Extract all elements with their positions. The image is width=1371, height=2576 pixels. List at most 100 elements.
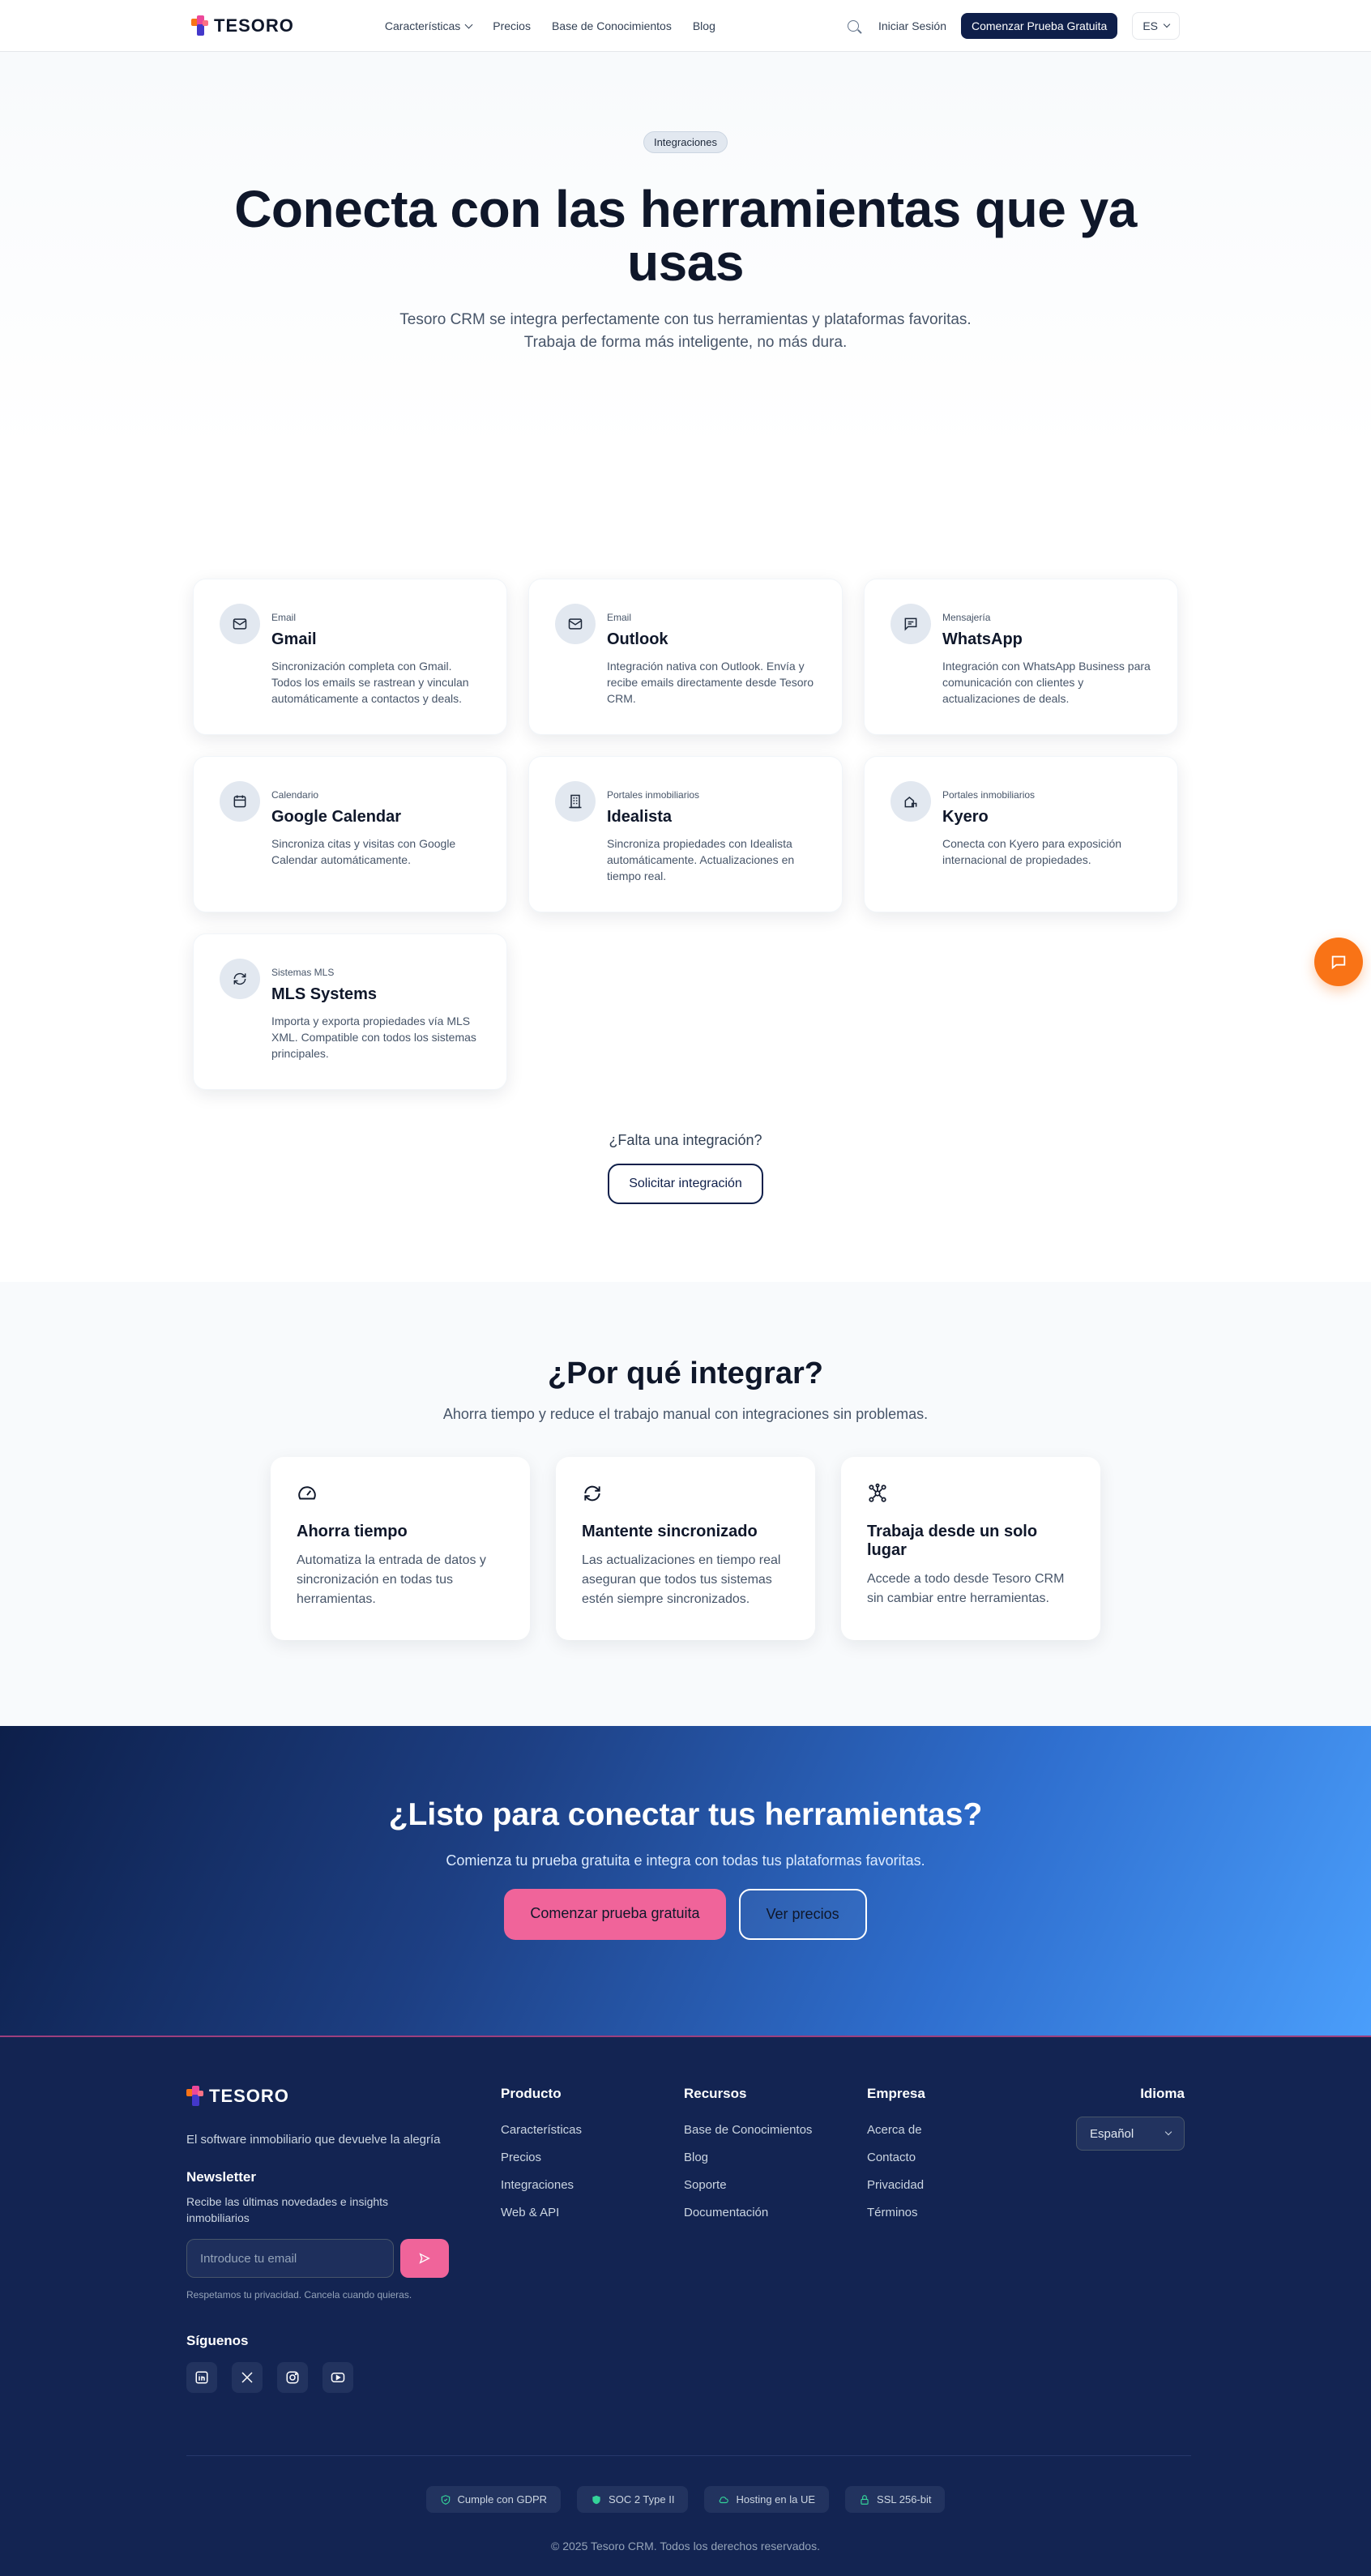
chat-button[interactable] xyxy=(1314,938,1363,986)
network-icon xyxy=(867,1483,1074,1508)
x-twitter-icon[interactable] xyxy=(232,2362,263,2393)
language-select[interactable]: Español xyxy=(1076,2117,1185,2151)
sync-icon xyxy=(220,959,260,999)
calendar-icon xyxy=(220,781,260,822)
logo-mark-icon xyxy=(191,15,209,36)
integration-card[interactable]: Portales inmobiliarios Kyero Conecta con K… xyxy=(864,756,1178,912)
chevron-down-icon xyxy=(1164,2128,1172,2136)
footer-col-title: Producto xyxy=(501,2086,562,2101)
hero-subtitle: Tesoro CRM se integra perfectamente con … xyxy=(399,311,972,351)
section-badge: Integraciones xyxy=(643,131,728,153)
why-subtitle: Ahorra tiempo y reduce el trabajo manual… xyxy=(442,1406,929,1422)
footer-link[interactable]: Documentación xyxy=(684,2206,867,2219)
benefit-card: Ahorra tiempo Automatiza la entrada de da… xyxy=(271,1457,530,1640)
logo-mark-icon xyxy=(186,2086,204,2107)
search-icon[interactable] xyxy=(847,20,859,32)
why-integrate-section: ¿Por qué integrar? Ahorra tiempo y reduc… xyxy=(0,1282,1371,1726)
footer-link[interactable]: Privacidad xyxy=(867,2178,1050,2192)
integration-card[interactable]: Mensajería WhatsApp Integración con WhatsA… xyxy=(864,579,1178,735)
top-navbar: TESORO Características Precios Base de C… xyxy=(0,0,1371,52)
start-trial-button[interactable]: Comenzar Prueba Gratuita xyxy=(961,13,1118,39)
eu-hosting-badge: Hosting en la UE xyxy=(704,2486,830,2513)
benefit-description: Las actualizaciones en tiempo real asegu… xyxy=(582,1553,781,1606)
integration-card[interactable]: Portales inmobiliarios Idealista Sincroniz… xyxy=(528,756,843,912)
benefit-card: Mantente sincronizado Las actualizaciones… xyxy=(556,1457,815,1640)
integration-category: Sistemas MLS xyxy=(271,967,335,978)
brand-logo[interactable]: TESORO xyxy=(191,15,294,36)
hero-section: Integraciones Conecta con las herramient… xyxy=(0,52,1371,452)
integration-description: Integración con WhatsApp Business para c… xyxy=(942,660,1151,705)
view-pricing-button[interactable]: Ver precios xyxy=(738,1889,867,1940)
nav-link-blog[interactable]: Blog xyxy=(693,19,715,32)
footer-link[interactable]: Términos xyxy=(867,2206,1050,2219)
footer-link[interactable]: Base de Conocimientos xyxy=(684,2123,867,2137)
integration-description: Importa y exporta propiedades vía MLS XM… xyxy=(271,1015,476,1060)
integration-name: Outlook xyxy=(607,630,668,648)
youtube-icon[interactable] xyxy=(322,2362,353,2393)
nav-link-pricing[interactable]: Precios xyxy=(493,19,531,32)
footer-col-title: Recursos xyxy=(684,2086,747,2101)
integrations-grid: Email Gmail Sincronización completa con Gm… xyxy=(193,579,1178,1090)
footer-logo[interactable]: TESORO xyxy=(186,2086,501,2107)
integration-card[interactable]: Sistemas MLS MLS Systems Importa y exporta… xyxy=(193,933,507,1090)
missing-integration: ¿Falta una integración? Solicitar integr… xyxy=(0,1132,1371,1204)
language-switcher[interactable]: ES xyxy=(1132,12,1180,40)
sync-icon xyxy=(582,1483,789,1508)
follow-title: Síguenos xyxy=(186,2333,249,2348)
benefit-card: Trabaja desde un solo lugar Accede a todo… xyxy=(841,1457,1100,1640)
newsletter-submit-button[interactable] xyxy=(400,2239,449,2278)
integration-card[interactable]: Calendario Google Calendar Sincroniza cita… xyxy=(193,756,507,912)
copyright: © 2025 Tesoro CRM. Todos los derechos re… xyxy=(551,2540,820,2553)
integration-category: Email xyxy=(607,612,632,623)
linkedin-icon[interactable] xyxy=(186,2362,217,2393)
integrations-section: Email Gmail Sincronización completa con Gm… xyxy=(0,452,1371,1204)
login-link[interactable]: Iniciar Sesión xyxy=(878,19,946,32)
benefit-description: Automatiza la entrada de datos y sincron… xyxy=(297,1553,486,1606)
integration-name: Gmail xyxy=(271,630,317,648)
footer-divider xyxy=(186,2455,1191,2456)
nav-link-features[interactable]: Características xyxy=(385,19,473,32)
integration-name: MLS Systems xyxy=(271,985,378,1003)
footer-tagline: El software inmobiliario que devuelve la… xyxy=(186,2133,441,2147)
benefit-description: Accede a todo desde Tesoro CRM sin cambi… xyxy=(867,1572,1065,1605)
request-integration-button[interactable]: Solicitar integración xyxy=(608,1164,763,1204)
integration-category: Calendario xyxy=(271,789,319,801)
start-free-trial-button[interactable]: Comenzar prueba gratuita xyxy=(504,1889,726,1940)
integration-card[interactable]: Email Outlook Integración nativa con Outlo… xyxy=(528,579,843,735)
why-title: ¿Por qué integrar? xyxy=(548,1356,823,1391)
privacy-note: Respetamos tu privacidad. Cancela cuando… xyxy=(186,2289,412,2300)
footer-link[interactable]: Web & API xyxy=(501,2206,684,2219)
footer-link[interactable]: Contacto xyxy=(867,2151,1050,2164)
integration-category: Email xyxy=(271,612,297,623)
integration-name: Idealista xyxy=(607,808,673,826)
building-icon xyxy=(555,781,596,822)
integration-name: Google Calendar xyxy=(271,808,402,826)
benefit-title: Mantente sincronizado xyxy=(582,1523,758,1540)
footer-col-product: Producto Características Precios Integra… xyxy=(501,2086,684,2393)
cta-subtitle: Comienza tu prueba gratuita e integra co… xyxy=(446,1852,925,1869)
gauge-icon xyxy=(297,1483,504,1508)
cta-title: ¿Listo para conectar tus herramientas? xyxy=(388,1797,983,1832)
footer-link[interactable]: Blog xyxy=(684,2151,867,2164)
benefit-title: Ahorra tiempo xyxy=(297,1523,408,1540)
footer-link[interactable]: Soporte xyxy=(684,2178,867,2192)
footer-language: Idioma Español xyxy=(1076,2086,1185,2393)
benefits-grid: Ahorra tiempo Automatiza la entrada de da… xyxy=(271,1457,1100,1640)
newsletter-email-input[interactable]: Introduce tu email xyxy=(186,2239,394,2278)
main-nav: Características Precios Base de Conocimi… xyxy=(385,19,715,32)
footer-link[interactable]: Características xyxy=(501,2123,684,2137)
integration-card[interactable]: Email Gmail Sincronización completa con Gm… xyxy=(193,579,507,735)
footer-col-company: Empresa Acerca de Contacto Privacidad Té… xyxy=(867,2086,1050,2393)
compliance-badges: Cumple con GDPR SOC 2 Type II Hosting en… xyxy=(0,2486,1371,2513)
footer-link[interactable]: Integraciones xyxy=(501,2178,684,2192)
footer-link[interactable]: Precios xyxy=(501,2151,684,2164)
nav-link-knowledge-base[interactable]: Base de Conocimientos xyxy=(552,19,672,32)
chat-icon xyxy=(1331,955,1346,970)
page-title: Conecta con las herramientas que ya usas xyxy=(234,180,1137,292)
newsletter-description: Recibe las últimas novedades e insights … xyxy=(186,2195,389,2224)
newsletter-title: Newsletter xyxy=(186,2169,256,2185)
footer-link[interactable]: Acerca de xyxy=(867,2123,1050,2137)
house-icon xyxy=(891,781,931,822)
lock-icon xyxy=(861,2494,869,2505)
instagram-icon[interactable] xyxy=(277,2362,308,2393)
